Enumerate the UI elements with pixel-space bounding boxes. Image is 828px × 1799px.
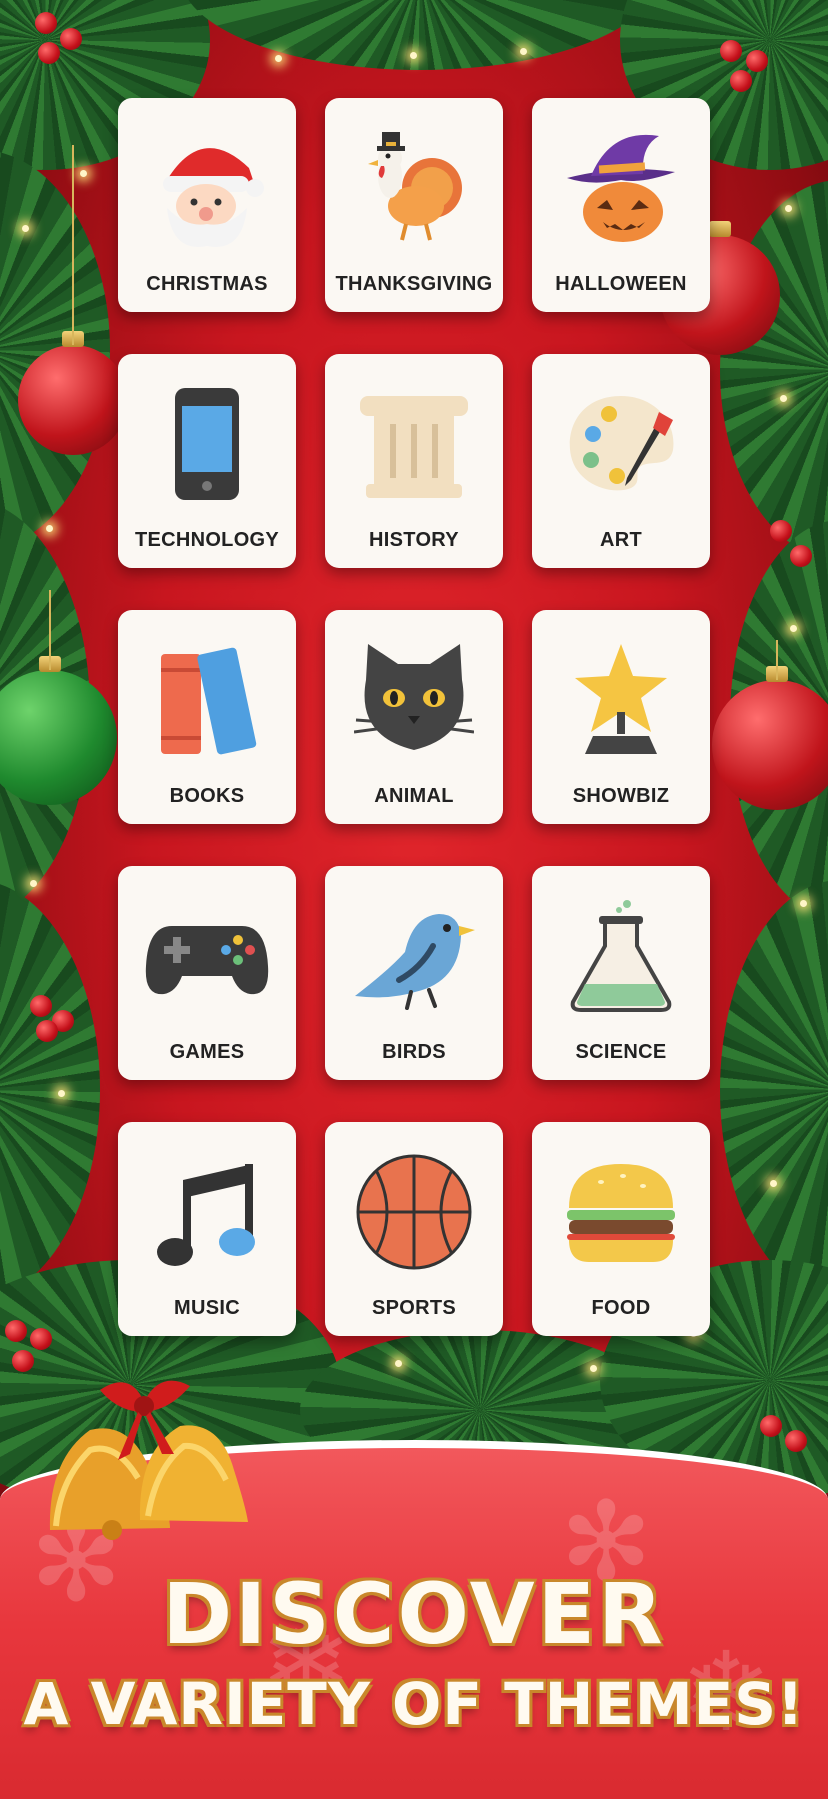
theme-tile-showbiz[interactable]: SHOWBIZ xyxy=(532,610,710,824)
theme-tile-history[interactable]: HISTORY xyxy=(325,354,503,568)
headline-line2: A VARIETY OF THEMES! xyxy=(23,1670,805,1738)
theme-tile-science[interactable]: SCIENCE xyxy=(532,866,710,1080)
bells-icon xyxy=(20,1350,260,1545)
turkey-icon xyxy=(325,118,503,258)
theme-label: THANKSGIVING xyxy=(335,273,493,295)
theme-label: MUSIC xyxy=(174,1297,240,1319)
pumpkin-witch-hat-icon xyxy=(532,118,710,258)
burger-icon xyxy=(532,1142,710,1282)
theme-label: CHRISTMAS xyxy=(146,273,268,295)
theme-label: HALLOWEEN xyxy=(555,273,687,295)
theme-tile-birds[interactable]: BIRDS xyxy=(325,866,503,1080)
theme-label: TECHNOLOGY xyxy=(134,529,280,551)
theme-tile-art[interactable]: ART xyxy=(532,354,710,568)
books-icon xyxy=(118,630,296,770)
theme-grid: CHRISTMAS THANKSGIVING HALLOWEEN TECHNOL… xyxy=(118,98,710,1336)
theme-label: ART xyxy=(599,529,642,551)
theme-tile-thanksgiving[interactable]: THANKSGIVING xyxy=(325,98,503,312)
flask-icon xyxy=(532,886,710,1026)
theme-tile-music[interactable]: MUSIC xyxy=(118,1122,296,1336)
gamepad-icon xyxy=(118,886,296,1026)
theme-label: BOOKS xyxy=(169,785,245,807)
smartphone-icon xyxy=(118,374,296,514)
santa-icon xyxy=(118,118,296,258)
theme-label: BIRDS xyxy=(382,1041,446,1063)
palette-icon xyxy=(532,374,710,514)
theme-tile-books[interactable]: BOOKS xyxy=(118,610,296,824)
theme-tile-technology[interactable]: TECHNOLOGY xyxy=(118,354,296,568)
column-icon xyxy=(325,374,503,514)
theme-label: SPORTS xyxy=(371,1297,457,1319)
theme-tile-halloween[interactable]: HALLOWEEN xyxy=(532,98,710,312)
theme-label: ANIMAL xyxy=(374,785,454,807)
headline-line1: DISCOVER xyxy=(162,1565,666,1663)
theme-tile-christmas[interactable]: CHRISTMAS xyxy=(118,98,296,312)
theme-label: HISTORY xyxy=(369,529,459,551)
theme-label: FOOD xyxy=(591,1297,651,1319)
basketball-icon xyxy=(325,1142,503,1282)
theme-tile-animal[interactable]: ANIMAL xyxy=(325,610,503,824)
theme-tile-sports[interactable]: SPORTS xyxy=(325,1122,503,1336)
theme-tile-food[interactable]: FOOD xyxy=(532,1122,710,1336)
theme-label: SCIENCE xyxy=(575,1041,667,1063)
theme-label: SHOWBIZ xyxy=(572,785,670,807)
cat-icon xyxy=(325,630,503,770)
music-note-icon xyxy=(118,1142,296,1282)
theme-label: GAMES xyxy=(169,1041,245,1063)
theme-tile-games[interactable]: GAMES xyxy=(118,866,296,1080)
star-trophy-icon xyxy=(532,630,710,770)
bird-icon xyxy=(325,886,503,1026)
